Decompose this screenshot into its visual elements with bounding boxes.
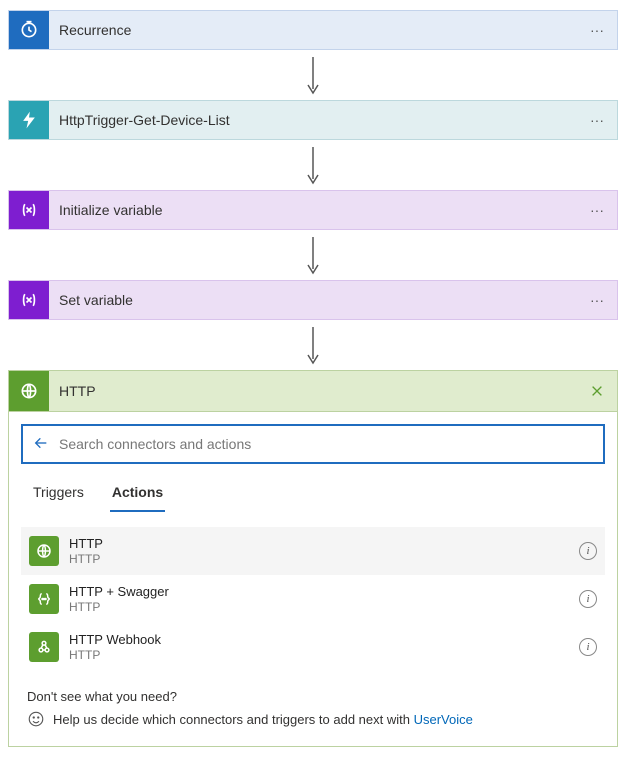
action-item-http-swagger[interactable]: HTTP + Swagger HTTP i (21, 575, 605, 623)
action-name: HTTP (69, 536, 569, 552)
variable-icon (9, 281, 49, 319)
step-http-trigger[interactable]: HttpTrigger-Get-Device-List ··· (8, 100, 618, 140)
action-name: HTTP Webhook (69, 632, 569, 648)
action-connector: HTTP (69, 552, 569, 566)
action-item-http[interactable]: HTTP HTTP i (21, 527, 605, 575)
smiley-icon (27, 710, 45, 728)
back-arrow-icon[interactable] (33, 435, 49, 454)
step-title: Set variable (49, 281, 577, 319)
action-name: HTTP + Swagger (69, 584, 569, 600)
tab-actions[interactable]: Actions (110, 478, 165, 512)
footer-help: Don't see what you need? Help us decide … (21, 671, 605, 734)
step-title: Recurrence (49, 11, 577, 49)
info-icon[interactable]: i (579, 542, 597, 560)
info-icon[interactable]: i (579, 590, 597, 608)
flow-arrow (8, 320, 618, 370)
step-recurrence[interactable]: Recurrence ··· (8, 10, 618, 50)
tab-triggers[interactable]: Triggers (31, 478, 86, 512)
clock-icon (9, 11, 49, 49)
flow-arrow (8, 140, 618, 190)
webhook-icon (29, 632, 59, 662)
help-line-2: Help us decide which connectors and trig… (53, 712, 414, 727)
http-header: HTTP (9, 371, 617, 411)
step-set-variable[interactable]: Set variable ··· (8, 280, 618, 320)
more-menu-button[interactable]: ··· (577, 281, 617, 319)
more-menu-button[interactable]: ··· (577, 11, 617, 49)
tabs: Triggers Actions (21, 464, 605, 512)
flow-arrow (8, 230, 618, 280)
action-item-http-webhook[interactable]: HTTP Webhook HTTP i (21, 623, 605, 671)
globe-icon (9, 371, 49, 411)
help-line-1: Don't see what you need? (27, 689, 599, 704)
search-input[interactable] (59, 436, 593, 452)
step-http-expanded: HTTP Triggers Actions HTTP HTTP (8, 370, 618, 747)
lightning-icon (9, 101, 49, 139)
globe-icon (29, 536, 59, 566)
more-menu-button[interactable]: ··· (577, 191, 617, 229)
step-title: HttpTrigger-Get-Device-List (49, 101, 577, 139)
search-box[interactable] (21, 424, 605, 464)
action-list: HTTP HTTP i HTTP + Swagger HTTP i (21, 527, 605, 671)
http-title: HTTP (49, 371, 577, 411)
braces-icon (29, 584, 59, 614)
step-initialize-variable[interactable]: Initialize variable ··· (8, 190, 618, 230)
more-menu-button[interactable]: ··· (577, 101, 617, 139)
variable-icon (9, 191, 49, 229)
flow-arrow (8, 50, 618, 100)
step-title: Initialize variable (49, 191, 577, 229)
action-connector: HTTP (69, 648, 569, 662)
uservoice-link[interactable]: UserVoice (414, 712, 473, 727)
close-button[interactable] (577, 371, 617, 411)
action-connector: HTTP (69, 600, 569, 614)
info-icon[interactable]: i (579, 638, 597, 656)
